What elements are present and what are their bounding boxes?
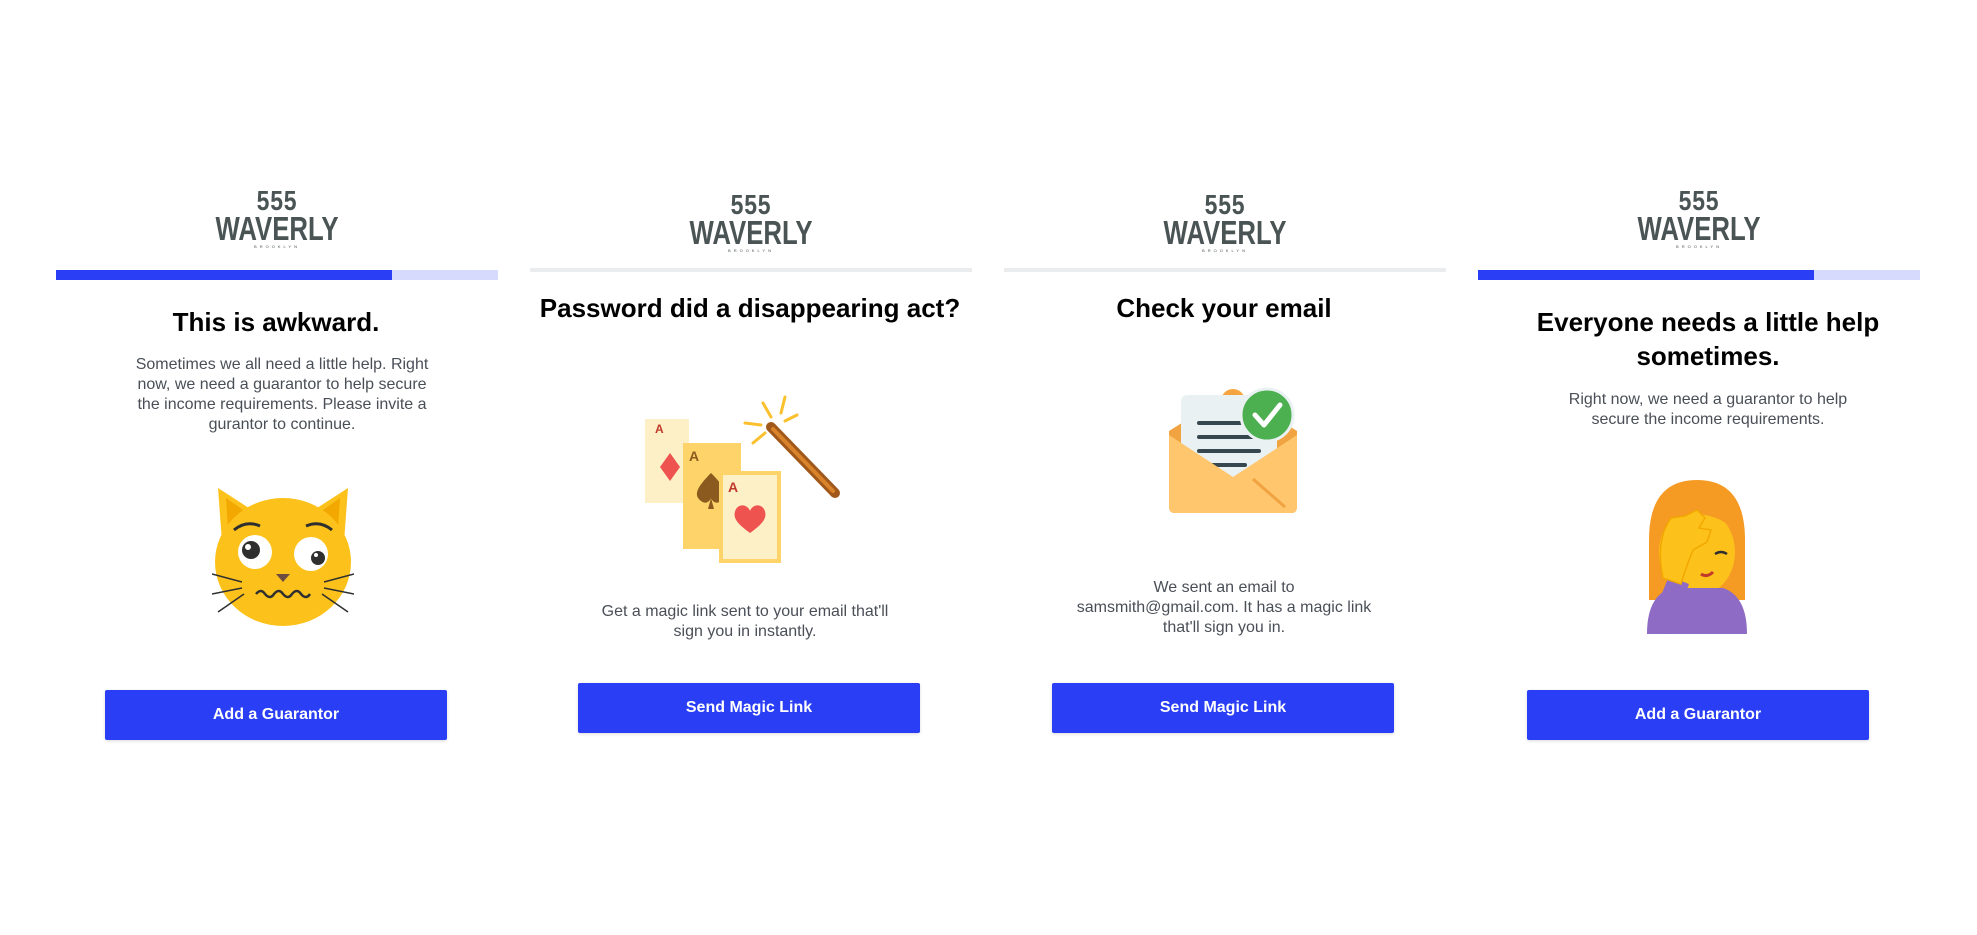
progress-bar-fill (1478, 270, 1814, 280)
svg-text:A: A (655, 422, 664, 436)
magic-cards-wand-icon: A A A (645, 395, 840, 563)
panel-description: We sent an email to samsmith@gmail.com. … (1076, 579, 1372, 636)
check-email-panel: 555 WAVERLY BROOKLYN Check your email We… (1004, 180, 1446, 780)
panel-title: Password did a disappearing act? (539, 293, 961, 323)
svg-text:A: A (728, 479, 738, 495)
panel-title: This is awkward. (172, 307, 380, 337)
email-sent-check-icon (1169, 387, 1297, 513)
panel-description: Sometimes we all need a little help. Rig… (135, 356, 429, 433)
send-magic-link-button[interactable]: Send Magic Link (578, 683, 920, 733)
brand-logo: 555 WAVERLY BROOKLYN (530, 191, 972, 254)
send-magic-link-button[interactable]: Send Magic Link (1052, 683, 1394, 733)
logo-word: WAVERLY (1163, 214, 1287, 251)
brand-logo: 555 WAVERLY BROOKLYN (1004, 191, 1446, 254)
logo-word: WAVERLY (215, 210, 339, 247)
add-guarantor-button[interactable]: Add a Guarantor (1527, 690, 1869, 740)
progress-bar-fill (56, 270, 392, 280)
facepalm-woman-icon (1647, 480, 1747, 634)
add-guarantor-button[interactable]: Add a Guarantor (105, 690, 447, 740)
panel-description: Right now, we need a guarantor to help s… (1568, 391, 1848, 428)
progress-bar (56, 270, 498, 280)
progress-bar (1478, 270, 1920, 280)
panel-title: Everyone needs a little help sometimes. (1536, 307, 1880, 371)
logo-word: WAVERLY (689, 214, 813, 251)
guarantor-required-panel: 555 WAVERLY BROOKLYN This is awkward. So… (56, 180, 498, 780)
forgot-password-panel: 555 WAVERLY BROOKLYN Password did a disa… (530, 180, 972, 780)
panel-title: Check your email (1116, 293, 1332, 323)
anxious-cat-icon (212, 488, 354, 626)
logo-word: WAVERLY (1637, 210, 1761, 247)
panel-description: Get a magic link sent to your email that… (601, 603, 889, 640)
svg-text:A: A (689, 448, 699, 464)
brand-logo: 555 WAVERLY BROOKLYN (1478, 187, 1920, 250)
progress-bar (1004, 268, 1446, 272)
guarantor-help-panel: 555 WAVERLY BROOKLYN Everyone needs a li… (1478, 180, 1920, 780)
brand-logo: 555 WAVERLY BROOKLYN (56, 187, 498, 250)
progress-bar (530, 268, 972, 272)
